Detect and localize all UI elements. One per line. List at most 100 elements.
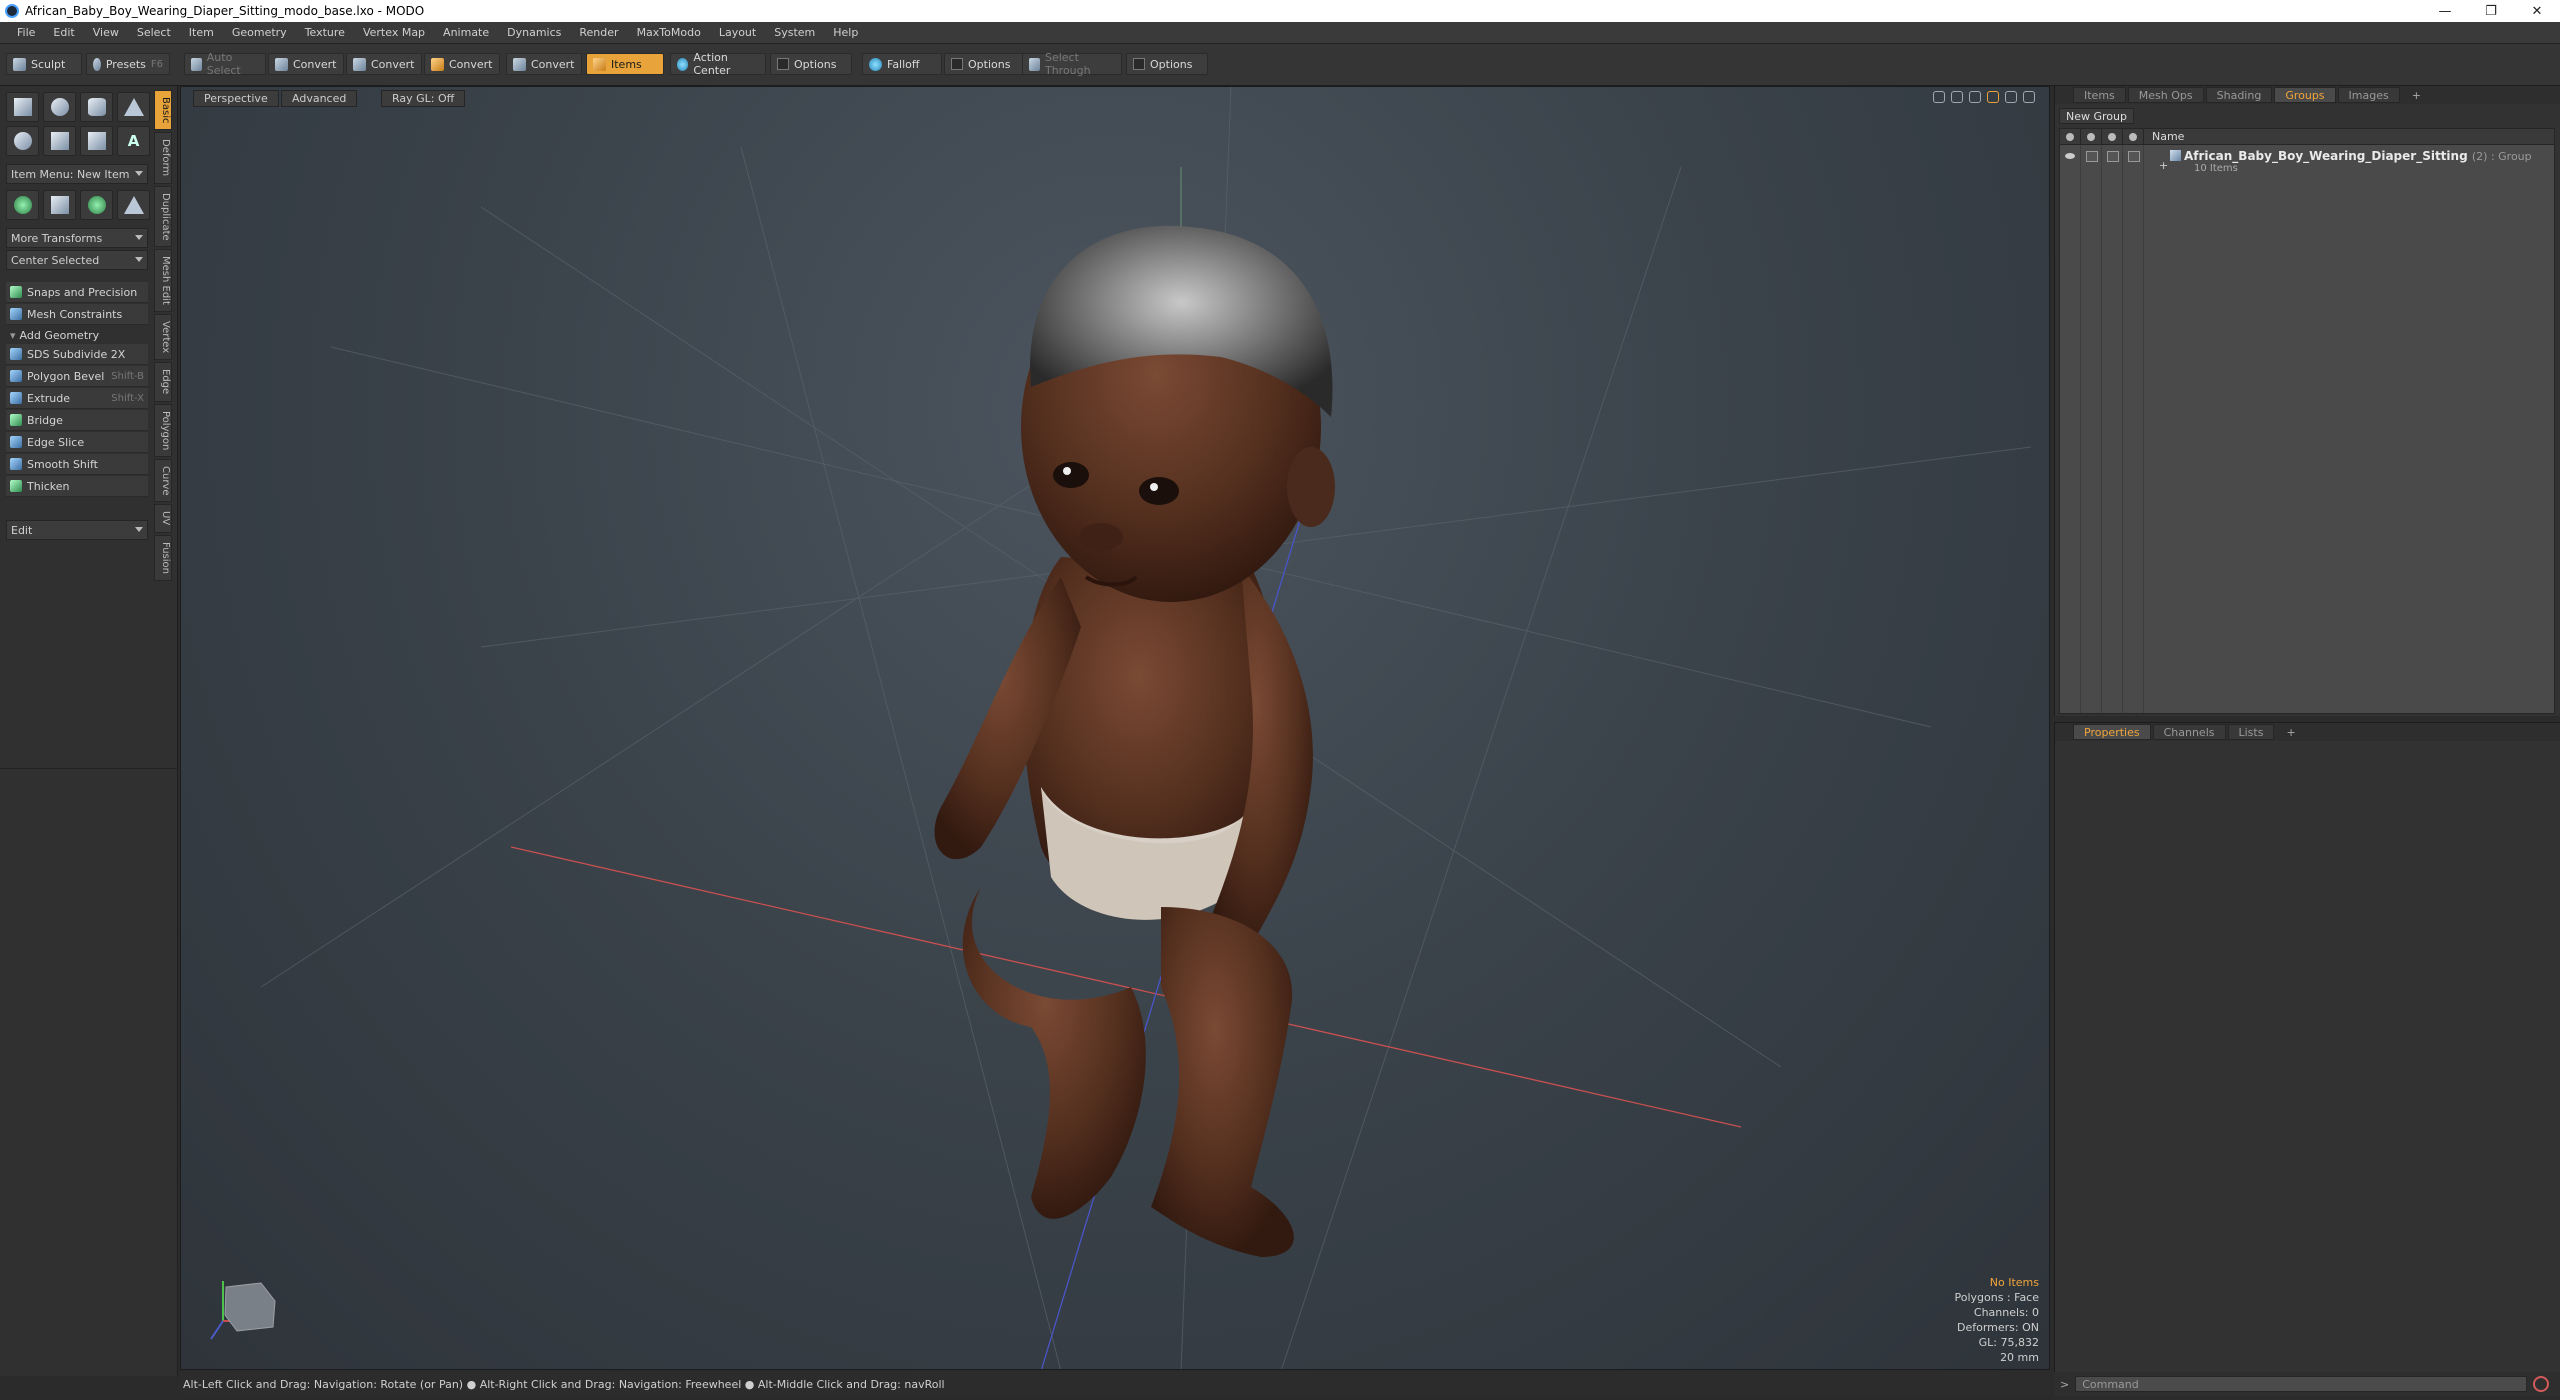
convert-vertices-button[interactable]: Convert — [268, 53, 344, 75]
menu-animate[interactable]: Animate — [434, 26, 498, 39]
command-history-icon[interactable] — [2533, 1376, 2550, 1392]
tab-images[interactable]: Images — [2337, 87, 2400, 103]
add-tab-icon[interactable]: + — [2402, 87, 2431, 103]
tab-shading[interactable]: Shading — [2205, 87, 2273, 103]
name-column-header[interactable]: Name — [2144, 130, 2184, 143]
vtab-fusion[interactable]: Fusion — [154, 534, 172, 581]
restore-icon[interactable]: ❐ — [2468, 0, 2514, 22]
scale-tool[interactable] — [80, 190, 113, 220]
presets-button[interactable]: Presets F6 — [86, 53, 170, 75]
pen-tool[interactable] — [80, 126, 113, 156]
extrude-button[interactable]: Extrude Shift-X — [6, 388, 148, 409]
auto-select-button[interactable]: Auto Select — [184, 51, 266, 77]
convert-materials-button[interactable]: Convert — [506, 53, 582, 75]
minimize-icon[interactable]: — — [2422, 0, 2468, 22]
menu-system[interactable]: System — [765, 26, 824, 39]
menu-view[interactable]: View — [84, 26, 128, 39]
tab-channels[interactable]: Channels — [2152, 724, 2226, 740]
menu-help[interactable]: Help — [824, 26, 867, 39]
select-through-button[interactable]: Select Through — [1022, 51, 1122, 77]
falloff-options-button[interactable]: Options — [944, 53, 1024, 75]
menu-file[interactable]: File — [8, 26, 44, 39]
close-icon[interactable]: ✕ — [2514, 0, 2560, 22]
command-input[interactable]: Command — [2075, 1376, 2528, 1392]
convert-polygons-button[interactable]: Convert — [424, 53, 500, 75]
cone-tool[interactable] — [117, 92, 150, 122]
action-center-button[interactable]: Action Center — [670, 51, 766, 77]
items-mode-button[interactable]: Items — [586, 53, 664, 75]
select-through-options-button[interactable]: Options — [1126, 53, 1208, 75]
add-tab-icon[interactable]: + — [2276, 724, 2305, 740]
subdivide-icon — [10, 348, 22, 360]
edge-slice-button[interactable]: Edge Slice — [6, 432, 148, 453]
right-top-tabs: Items Mesh Ops Shading Groups Images + — [2055, 86, 2560, 104]
tab-properties[interactable]: Properties — [2073, 724, 2151, 740]
sds-subdivide-button[interactable]: SDS Subdivide 2X — [6, 344, 148, 365]
edit-dropdown[interactable]: Edit — [6, 520, 148, 540]
lock-toggle[interactable] — [2107, 151, 2119, 162]
select-column[interactable] — [2123, 128, 2144, 145]
text-tool[interactable]: A — [117, 126, 150, 156]
add-geometry-header[interactable]: ▾ Add Geometry — [6, 326, 148, 344]
groups-list: Name + African_Baby_Boy_Wearing_Diaper_S… — [2059, 128, 2555, 714]
render-column[interactable] — [2081, 128, 2102, 145]
vtab-basic[interactable]: Basic — [154, 90, 172, 131]
snaps-precision-button[interactable]: Snaps and Precision — [6, 282, 148, 303]
vtab-curve[interactable]: Curve — [154, 458, 172, 503]
baby-model[interactable] — [934, 225, 1335, 1257]
tab-groups[interactable]: Groups — [2274, 87, 2336, 103]
vtab-polygon[interactable]: Polygon — [154, 403, 172, 457]
menu-dynamics[interactable]: Dynamics — [498, 26, 570, 39]
smooth-shift-button[interactable]: Smooth Shift — [6, 454, 148, 475]
tab-lists[interactable]: Lists — [2227, 724, 2275, 740]
render-toggle[interactable] — [2086, 151, 2098, 162]
modo-app-icon — [5, 4, 19, 18]
falloff-button[interactable]: Falloff — [862, 53, 942, 75]
new-group-button[interactable]: New Group — [2059, 108, 2134, 124]
convert-edges-button[interactable]: Convert — [346, 53, 422, 75]
polygon-bevel-button[interactable]: Polygon Bevel Shift-B — [6, 366, 148, 387]
3d-viewport[interactable]: Perspective Advanced Ray GL: Off No Item… — [180, 86, 2050, 1370]
torus-tool[interactable] — [6, 126, 39, 156]
move-tool[interactable] — [6, 190, 39, 220]
tube-tool[interactable] — [43, 126, 76, 156]
item-menu-dropdown[interactable]: Item Menu: New Item — [6, 164, 148, 184]
menu-geometry[interactable]: Geometry — [223, 26, 296, 39]
transform-tool[interactable] — [117, 190, 150, 220]
tab-mesh-ops[interactable]: Mesh Ops — [2127, 87, 2204, 103]
action-center-options-button[interactable]: Options — [770, 53, 852, 75]
eye-icon[interactable] — [2065, 153, 2075, 159]
vtab-vertex[interactable]: Vertex — [154, 314, 172, 361]
rotate-tool[interactable] — [43, 190, 76, 220]
more-transforms-dropdown[interactable]: More Transforms — [6, 228, 148, 248]
tab-items[interactable]: Items — [2073, 87, 2126, 103]
menu-texture[interactable]: Texture — [296, 26, 354, 39]
visibility-column[interactable] — [2060, 128, 2081, 145]
menu-select[interactable]: Select — [128, 26, 180, 39]
chevron-down-icon — [135, 527, 143, 532]
vtab-uv[interactable]: UV — [154, 504, 172, 533]
group-row[interactable]: + African_Baby_Boy_Wearing_Diaper_Sittin… — [2060, 147, 2554, 175]
menu-edit[interactable]: Edit — [44, 26, 83, 39]
select-toggle[interactable] — [2128, 151, 2140, 162]
expand-icon[interactable]: + — [2159, 159, 2168, 172]
menu-maxtomodo[interactable]: MaxToModo — [628, 26, 710, 39]
cylinder-tool[interactable] — [80, 92, 113, 122]
polygons-icon — [431, 57, 444, 71]
thicken-button[interactable]: Thicken — [6, 476, 148, 497]
cube-tool[interactable] — [6, 92, 39, 122]
vtab-mesh-edit[interactable]: Mesh Edit — [154, 249, 172, 313]
menu-render[interactable]: Render — [570, 26, 627, 39]
menu-layout[interactable]: Layout — [710, 26, 765, 39]
vtab-edge[interactable]: Edge — [154, 362, 172, 402]
bridge-button[interactable]: Bridge — [6, 410, 148, 431]
sphere-tool[interactable] — [43, 92, 76, 122]
menu-item[interactable]: Item — [180, 26, 223, 39]
vtab-deform[interactable]: Deform — [154, 132, 172, 184]
lock-column[interactable] — [2102, 128, 2123, 145]
mesh-constraints-button[interactable]: Mesh Constraints — [6, 304, 148, 325]
center-selected-dropdown[interactable]: Center Selected — [6, 250, 148, 270]
vtab-duplicate[interactable]: Duplicate — [154, 185, 172, 248]
sculpt-button[interactable]: Sculpt — [6, 53, 82, 75]
menu-vertex-map[interactable]: Vertex Map — [354, 26, 434, 39]
